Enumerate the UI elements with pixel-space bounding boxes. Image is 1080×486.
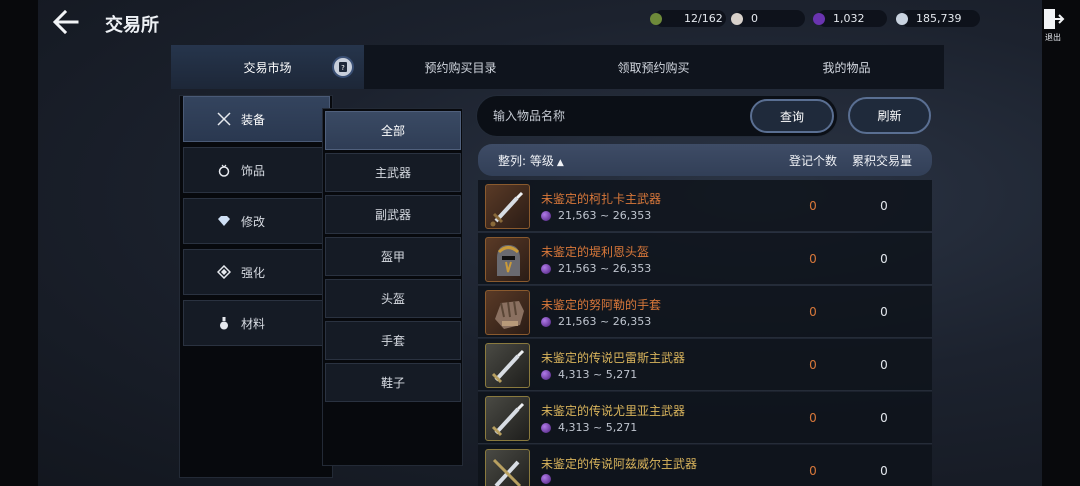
exit-door-icon [1044,9,1065,29]
tab-my-items[interactable]: 我的物品 [750,45,943,89]
dark-crystal-icon [541,263,551,274]
sort-up-icon: ▲ [556,158,564,168]
item-list: 未鉴定的柯扎卡主武器 21,563 ~ 26,353 0 0 未鉴定的堤利恩头盔… [478,180,932,486]
tab-reserve-list[interactable]: 预约购买目录 [364,45,557,89]
subcategory-shoes[interactable]: 鞋子 [325,363,461,402]
right-frame [1042,0,1080,486]
currency-energy: 12/162 [650,10,726,27]
item-price: 21,563 ~ 26,353 [541,209,651,222]
item-name: 未鉴定的传说巴雷斯主武器 [541,351,686,365]
query-button[interactable]: 查询 [750,99,834,133]
item-name: 未鉴定的堤利恩头盔 [541,245,650,259]
currency-pearl: 0 [731,10,805,27]
category-panel: 装备 饰品 修改 强化 材料 [179,95,333,478]
subcategory-gloves[interactable]: 手套 [325,321,461,360]
tab-bar: 交易市场 ? 预约购买目录 领取预约购买 我的物品 [171,45,944,89]
trade-volume: 0 [880,358,888,372]
category-reinforce[interactable]: 强化 [183,249,330,295]
trade-volume: 0 [880,411,888,425]
subcategory-main-weapon[interactable]: 主武器 [325,153,461,192]
item-price: 4,313 ~ 5,271 [541,368,637,381]
helmet-icon [485,237,530,282]
table-header: 整列: 等级 ▲ 登记个数 累积交易量 [478,144,932,176]
dark-crystal-icon [541,474,551,484]
subcategory-armor[interactable]: 盔甲 [325,237,461,276]
arrow-left-icon [52,9,79,35]
trade-volume: 0 [880,252,888,266]
trade-volume: 0 [880,199,888,213]
table-row[interactable]: 未鉴定的柯扎卡主武器 21,563 ~ 26,353 0 0 [478,180,932,232]
item-name: 未鉴定的柯扎卡主武器 [541,192,662,206]
subcategory-sub-weapon[interactable]: 副武器 [325,195,461,234]
registered-count: 0 [809,252,817,266]
search-input[interactable] [493,96,743,136]
search-bar: 查询 [476,95,838,137]
dark-crystal-icon [541,316,551,327]
registered-count: 0 [809,464,817,478]
crossed-swords-icon [217,112,231,126]
subcategory-helmet[interactable]: 头盔 [325,279,461,318]
registered-count: 0 [809,199,817,213]
exit-button[interactable]: 退出 [1040,8,1066,42]
category-equipment[interactable]: 装备 [183,96,330,142]
item-price [541,474,558,484]
left-frame [0,0,38,486]
dark-crystal-icon [541,210,551,221]
column-trade-volume: 累积交易量 [852,154,913,168]
subcategory-panel: 全部 主武器 副武器 盔甲 头盔 手套 鞋子 [322,108,463,466]
flask-icon [220,317,228,330]
table-row[interactable]: 未鉴定的传说尤里亚主武器 4,313 ~ 5,271 0 0 [478,392,932,444]
diamond-icon [218,216,230,226]
silver-coin-icon [896,12,908,25]
category-accessories[interactable]: 饰品 [183,147,330,193]
tab-market[interactable]: 交易市场 ? [171,45,364,89]
refresh-button[interactable]: 刷新 [848,97,931,134]
trade-volume: 0 [880,305,888,319]
help-book-icon[interactable]: ? [332,56,354,78]
item-name: 未鉴定的传说尤里亚主武器 [541,404,686,418]
item-name: 未鉴定的传说阿兹威尔主武器 [541,457,698,471]
sort-level-control[interactable]: 整列: 等级 ▲ [498,152,564,169]
leaf-gem-icon [650,12,662,25]
tab-claim-reserve[interactable]: 领取预约购买 [557,45,750,89]
table-row[interactable]: 未鉴定的传说巴雷斯主武器 4,313 ~ 5,271 0 0 [478,339,932,391]
registered-count: 0 [809,358,817,372]
registered-count: 0 [809,411,817,425]
subcategory-all[interactable]: 全部 [325,111,461,150]
currency-silver: 185,739 [896,10,980,27]
item-price: 4,313 ~ 5,271 [541,421,637,434]
back-button[interactable] [50,8,82,36]
table-row[interactable]: 未鉴定的传说阿兹威尔主武器 0 0 [478,445,932,486]
item-price: 21,563 ~ 26,353 [541,315,651,328]
currency-crystal: 1,032 [813,10,887,27]
table-row[interactable]: 未鉴定的努阿勒的手套 21,563 ~ 26,353 0 0 [478,286,932,338]
dark-crystal-icon [813,12,825,25]
page-title: 交易所 [105,15,159,36]
sword-icon [485,396,530,441]
reinforce-icon [217,265,231,279]
svg-text:?: ? [341,64,345,72]
sword-icon [485,449,530,486]
column-registered-count: 登记个数 [789,154,838,168]
dark-crystal-icon [541,422,551,433]
item-name: 未鉴定的努阿勒的手套 [541,298,662,312]
exit-label: 退出 [1045,33,1061,42]
sword-icon [485,343,530,388]
dark-crystal-icon [541,369,551,380]
table-row[interactable]: 未鉴定的堤利恩头盔 21,563 ~ 26,353 0 0 [478,233,932,285]
category-modify[interactable]: 修改 [183,198,330,244]
trade-volume: 0 [880,464,888,478]
category-materials[interactable]: 材料 [183,300,330,346]
registered-count: 0 [809,305,817,319]
sword-icon [485,184,530,229]
item-price: 21,563 ~ 26,353 [541,262,651,275]
gauntlet-icon [485,290,530,335]
ring-icon [218,164,230,177]
pearl-icon [731,12,743,25]
